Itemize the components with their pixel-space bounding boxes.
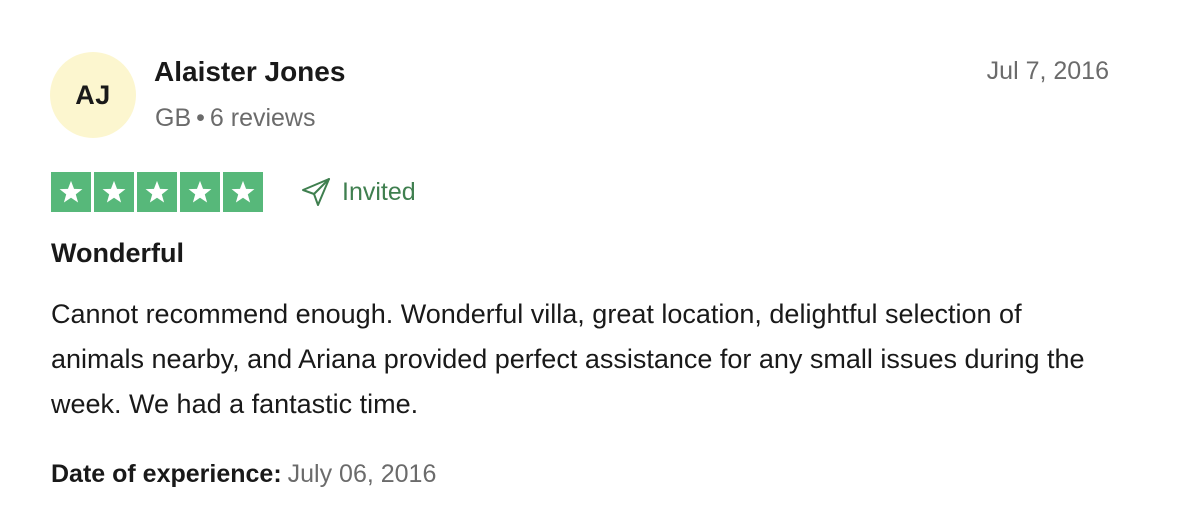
star-icon (137, 172, 177, 212)
review-date: Jul 7, 2016 (986, 57, 1109, 85)
paper-plane-icon (302, 178, 330, 206)
invited-badge[interactable]: Invited (300, 176, 416, 208)
star-icon (94, 172, 134, 212)
star-icon (180, 172, 220, 212)
review-title: Wonderful (51, 238, 184, 268)
star-rating (51, 172, 263, 212)
star-icon (51, 172, 91, 212)
avatar[interactable]: AJ (50, 52, 136, 138)
avatar-initials: AJ (75, 79, 111, 110)
experience-date: July 06, 2016 (287, 460, 437, 488)
reviewer-country: GB (155, 104, 192, 132)
reviewer-review-count[interactable]: 6 reviews (210, 104, 316, 132)
reviewer-meta: GB • 6 reviews (155, 104, 315, 133)
star-icon (223, 172, 263, 212)
invited-label: Invited (342, 177, 416, 206)
review-card: AJ Alaister Jones GB • 6 reviews Jul 7, 20… (0, 0, 1188, 516)
date-of-experience: Date of experience: July 06, 2016 (51, 460, 436, 489)
meta-separator: • (196, 104, 205, 132)
reviewer-name[interactable]: Alaister Jones (154, 56, 345, 88)
review-body: Cannot recommend enough. Wonderful villa… (51, 299, 1085, 419)
experience-label: Date of experience: (51, 460, 282, 488)
